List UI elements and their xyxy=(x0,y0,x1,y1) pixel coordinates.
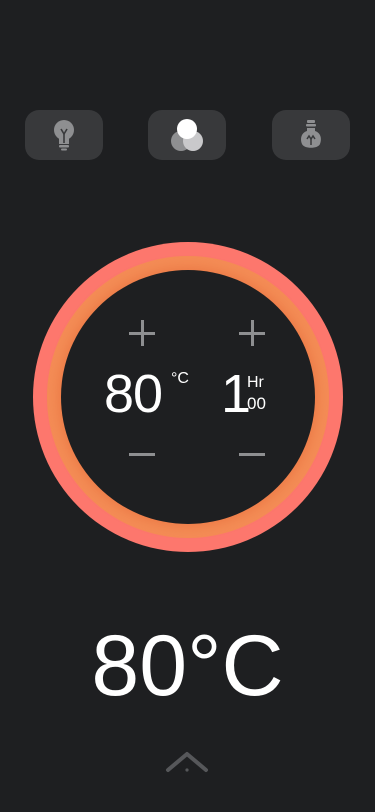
color-mix-icon xyxy=(168,117,206,153)
lab-bulb-icon xyxy=(298,119,324,151)
temperature-decrease-button[interactable] xyxy=(129,441,155,467)
temperature-value: 80 xyxy=(104,364,163,424)
mode-button-lab[interactable] xyxy=(272,110,350,160)
time-unit: Hr xyxy=(247,374,264,391)
lightbulb-icon xyxy=(51,119,77,151)
mode-button-bulb[interactable] xyxy=(25,110,103,160)
dial-face xyxy=(61,270,315,524)
mode-button-color[interactable] xyxy=(148,110,226,160)
time-increase-button[interactable] xyxy=(239,320,265,346)
temperature-increase-button[interactable] xyxy=(129,320,155,346)
temperature-unit: °C xyxy=(171,370,189,387)
time-decrease-button[interactable] xyxy=(239,441,265,467)
time-minutes-value: 00 xyxy=(247,394,266,413)
expand-button[interactable] xyxy=(165,746,209,776)
current-temperature-display: 80°C xyxy=(91,618,284,714)
chevron-up-icon xyxy=(165,746,209,776)
